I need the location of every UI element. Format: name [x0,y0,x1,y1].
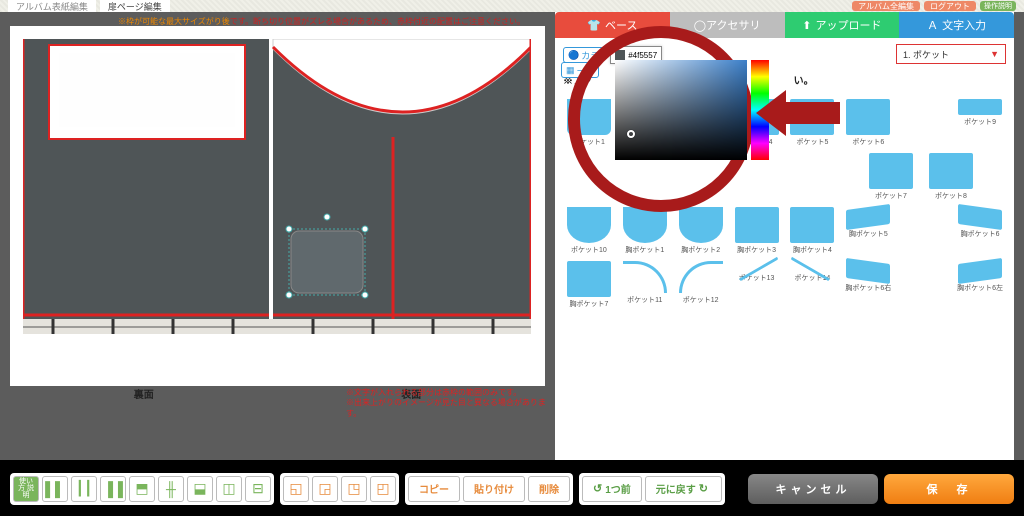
chevron-down-icon: ▼ [990,49,999,59]
align-center-h-button[interactable]: ┃┃ [71,476,97,502]
layer-back-button[interactable]: ◰ [370,476,396,502]
swatch-chest6[interactable]: 胸ポケット6 [954,205,1006,257]
text-icon: Ａ [927,17,938,33]
swatch-chest2[interactable]: 胸ポケット2 [675,205,727,257]
tab-text[interactable]: Ａ文字入力 [899,12,1014,38]
distribute-v-button[interactable]: ⊟ [245,476,271,502]
ring-icon: ◯ [694,19,706,32]
copy-button[interactable]: コピー [408,476,460,502]
swatch-chest5[interactable]: 胸ポケット5 [842,205,894,257]
align-center-v-button[interactable]: ╫ [158,476,184,502]
canvas-notes: ※文字が入れられる部分は赤枠の範囲のみです。 ※出来上がりのイメージが見た目と異… [346,388,555,419]
shirt-icon: 👕 [587,19,601,32]
tutorial-arrow-icon [756,88,840,138]
tab-accessory[interactable]: ◯アクセサリ [670,12,785,38]
swatch-pocket12[interactable]: ポケット12 [675,259,727,311]
undo-icon: ↺ [593,482,602,495]
swatch-chest3[interactable]: 胸ポケット3 [731,205,783,257]
canvas[interactable]: 裏面 表面 [10,26,545,386]
redo-button[interactable]: 元に戻す↻ [645,476,722,502]
color-picker-sv[interactable] [615,60,747,160]
redo-icon: ↻ [699,482,708,495]
swatch-chest4[interactable]: 胸ポケット4 [787,205,839,257]
swatch-pocket6[interactable]: ポケット6 [842,97,894,149]
swatch-pocket13[interactable]: ポケット13 [731,259,783,311]
swatch-pocket7[interactable]: ポケット7 [863,151,919,203]
swatch-chest6l[interactable]: 胸ポケット6左 [954,259,1006,311]
chip-pattern[interactable]: ▦ーン [561,62,599,78]
header-logout-button[interactable]: ログアウト [924,1,976,11]
swatch-chest7[interactable]: 胸ポケット7 [563,259,615,311]
tab-upload[interactable]: ⬆アップロード [785,12,900,38]
canvas-area: ※枠が可能な最大サイズがり後です。断ち切り位置がズレる場合があるため、赤枠付近の… [0,12,555,460]
color-picker[interactable] [615,60,775,170]
swatch-pocket8[interactable]: ポケット8 [923,151,979,203]
align-bottom-button[interactable]: ⬓ [187,476,213,502]
header-album-all-button[interactable]: アルバム全編集 [852,1,920,11]
howto-button[interactable]: 使い方 説明 [13,476,39,502]
swatch-pocket10[interactable]: ポケット10 [563,205,615,257]
swatch-pocket1[interactable]: ポケット1 [563,97,615,149]
category-dropdown[interactable]: 1. ポケット▼ [896,44,1006,64]
tab-base[interactable]: 👕ベース [555,12,670,38]
header-tab-page[interactable]: 扉ページ編集 [100,0,170,12]
swatch-pocket11[interactable]: ポケット11 [619,259,671,311]
uniform-illustration [23,39,531,334]
header-tab-album[interactable]: アルバム表紙編集 [8,0,96,12]
layer-backward-button[interactable]: ◳ [341,476,367,502]
distribute-h-button[interactable]: ◫ [216,476,242,502]
undo-button[interactable]: ↺1つ前 [582,476,642,502]
header-help-button[interactable]: 操作説明 [980,1,1016,11]
label-back: 裏面 [134,386,154,401]
align-left-button[interactable]: ▌▌ [42,476,68,502]
cancel-button[interactable]: キャンセル [748,474,878,504]
upload-icon: ⬆ [802,19,811,32]
save-button[interactable]: 保 存 [884,474,1014,504]
delete-button[interactable]: 削除 [528,476,570,502]
color-picker-cursor[interactable] [627,130,635,138]
paste-button[interactable]: 貼り付け [463,476,525,502]
align-right-button[interactable]: ▐▐ [100,476,126,502]
swatch-pocket14[interactable]: ポケット14 [787,259,839,311]
layer-front-button[interactable]: ◱ [283,476,309,502]
swatch-chest1[interactable]: 胸ポケット1 [619,205,671,257]
swatch-pocket9[interactable]: ポケット9 [954,97,1006,149]
align-top-button[interactable]: ⬒ [129,476,155,502]
layer-forward-button[interactable]: ◲ [312,476,338,502]
swatch-chest6r[interactable]: 胸ポケット6右 [842,259,894,311]
bottom-toolbar: 使い方 説明 ▌▌ ┃┃ ▐▐ ⬒ ╫ ⬓ ◫ ⊟ ◱ ◲ ◳ ◰ コピー 貼り… [0,460,1024,516]
chip-color[interactable]: 🔵カラ [563,47,604,63]
